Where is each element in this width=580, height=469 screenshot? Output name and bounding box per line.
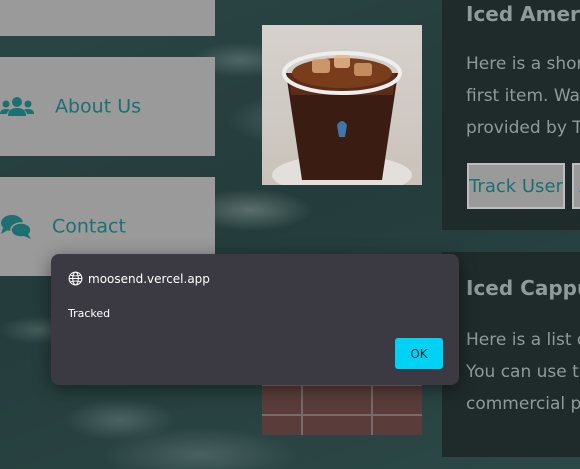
globe-icon <box>68 271 83 286</box>
dialog-origin: moosend.vercel.app <box>68 271 210 286</box>
dialog-message: Tracked <box>68 307 111 320</box>
page-overlay <box>0 0 580 469</box>
dialog-origin-text: moosend.vercel.app <box>88 271 210 286</box>
ok-button[interactable]: OK <box>395 338 443 369</box>
alert-dialog: moosend.vercel.app Tracked OK <box>51 254 459 385</box>
